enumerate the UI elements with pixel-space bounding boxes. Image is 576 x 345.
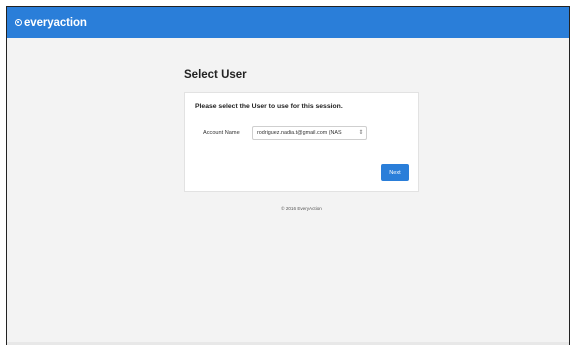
footer-copyright: © 2016 EveryAction [281,206,322,211]
account-name-value: rodriguez.nadia.t@gmail.com (NAS [257,130,342,136]
updown-chevron-icon: ⇕ [358,130,364,136]
brand-logo[interactable]: everyaction [15,17,87,29]
app-window: everyaction Select User Please select th… [6,6,570,345]
brand-name: everyaction [24,16,87,29]
page-title: Select User [184,69,247,81]
card-heading: Please select the User to use for this s… [195,103,343,110]
top-navbar: everyaction [7,7,569,38]
account-name-label: Account Name [203,130,240,136]
next-button[interactable]: Next [381,164,409,181]
everyaction-logo-icon [15,19,22,26]
select-user-card: Please select the User to use for this s… [184,92,419,192]
account-name-select[interactable]: rodriguez.nadia.t@gmail.com (NAS ⇕ [252,126,367,140]
